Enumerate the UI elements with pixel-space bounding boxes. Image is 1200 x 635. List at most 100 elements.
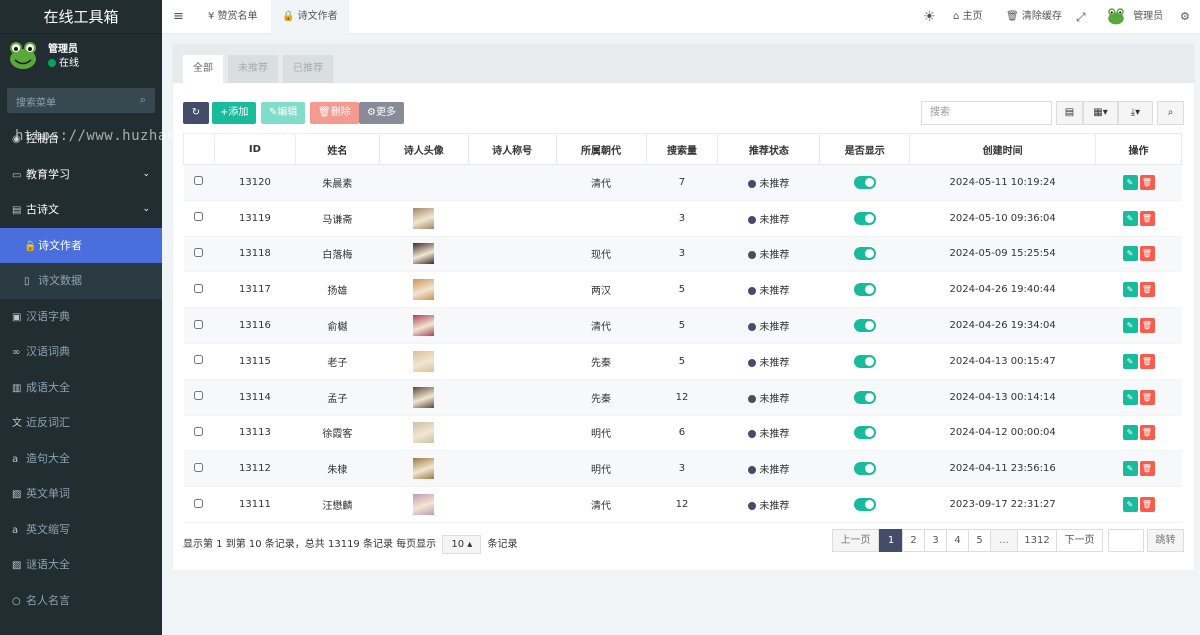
edit-row-button[interactable]: ✎ — [1122, 461, 1138, 477]
delete-row-button[interactable]: 🗑 — [1139, 210, 1155, 226]
sidebar-item-english-abbr[interactable]: a 英文缩写 — [0, 512, 162, 548]
delete-row-button[interactable]: 🗑 — [1139, 282, 1155, 298]
row-checkbox[interactable] — [194, 462, 204, 472]
poet-avatar-image[interactable] — [413, 458, 435, 480]
show-toggle[interactable] — [853, 462, 876, 476]
home-link[interactable]: ⌂ 主页 — [953, 0, 983, 34]
delete-row-button[interactable]: 🗑 — [1139, 174, 1155, 190]
poet-avatar-image[interactable] — [413, 315, 435, 337]
edit-button[interactable]: ✎编辑 — [261, 102, 306, 124]
sidebar-item-dictionary[interactable]: ▣ 汉语字典 — [0, 299, 162, 335]
show-toggle[interactable] — [853, 175, 876, 189]
cell-status[interactable]: 未推荐 — [717, 199, 820, 237]
page-5-button[interactable]: 5 — [968, 529, 991, 552]
sidebar-item-poetry-data[interactable]: ▯ 诗文数据 — [0, 263, 162, 299]
sidebar-item-poetry[interactable]: ▤ 古诗文 ⌄ — [0, 192, 162, 228]
delete-row-button[interactable]: 🗑 — [1139, 425, 1155, 441]
delete-row-button[interactable]: 🗑 — [1139, 461, 1155, 477]
delete-row-button[interactable]: 🗑 — [1139, 318, 1155, 334]
edit-row-button[interactable]: ✎ — [1122, 246, 1138, 262]
poet-avatar-image[interactable] — [413, 279, 435, 301]
show-toggle[interactable] — [853, 426, 876, 440]
page-4-button[interactable]: 4 — [946, 529, 969, 552]
row-checkbox[interactable] — [194, 498, 204, 508]
sidebar-item-dashboard[interactable]: ◉ 控制台 — [0, 121, 162, 157]
page-2-button[interactable]: 2 — [902, 529, 925, 552]
show-toggle[interactable] — [853, 247, 876, 261]
col-status[interactable]: 推荐状态 — [717, 133, 821, 165]
sidebar-item-education[interactable]: ▭ 教育学习 ⌄ — [0, 157, 162, 193]
tab-poet-authors[interactable]: 🔒 诗文作者 — [271, 0, 349, 34]
cell-status[interactable]: 未推荐 — [717, 235, 820, 273]
row-checkbox[interactable] — [194, 355, 204, 365]
row-checkbox[interactable] — [194, 426, 204, 436]
show-toggle[interactable] — [853, 354, 876, 368]
page-size-select[interactable]: 10 ▴ — [442, 535, 482, 554]
sidebar-item-poet-authors[interactable]: 🔒 诗文作者 — [0, 227, 162, 263]
menu-toggle-icon[interactable]: ≡ — [173, 9, 184, 24]
tab-not-recommended[interactable]: 未推荐 — [228, 55, 278, 83]
row-checkbox[interactable] — [194, 283, 204, 293]
add-button[interactable]: +添加 — [212, 102, 257, 124]
refresh-button[interactable]: ↻ — [183, 102, 209, 124]
col-avatar[interactable]: 诗人头像 — [378, 133, 469, 165]
fullscreen-icon[interactable]: ⤢ — [1076, 0, 1086, 34]
cell-status[interactable]: 未推荐 — [717, 307, 820, 344]
edit-row-button[interactable]: ✎ — [1122, 318, 1138, 334]
show-toggle[interactable] — [853, 498, 876, 512]
select-all-header[interactable] — [183, 133, 215, 165]
cell-status[interactable]: 未推荐 — [717, 486, 820, 523]
col-name[interactable]: 姓名 — [294, 133, 380, 165]
col-show[interactable]: 是否显示 — [819, 133, 911, 165]
cell-status[interactable]: 未推荐 — [717, 450, 820, 488]
delete-row-button[interactable]: 🗑 — [1139, 389, 1155, 405]
sidebar-item-synonyms[interactable]: 文近反词汇 — [0, 405, 162, 441]
poet-avatar-image[interactable] — [413, 422, 435, 444]
edit-row-button[interactable]: ✎ — [1122, 389, 1138, 405]
next-page-button[interactable]: 下一页 — [1056, 529, 1103, 552]
edit-row-button[interactable]: ✎ — [1122, 210, 1138, 226]
poet-avatar-image[interactable] — [413, 243, 435, 265]
theme-sun-icon[interactable]: ☀ — [923, 0, 936, 34]
edit-row-button[interactable]: ✎ — [1122, 497, 1138, 513]
show-toggle[interactable] — [853, 211, 876, 225]
col-dynasty[interactable]: 所属朝代 — [555, 133, 647, 165]
clear-cache-link[interactable]: 🗑 清除缓存 — [1006, 0, 1062, 34]
page-3-button[interactable]: 3 — [924, 529, 947, 552]
export-button[interactable]: ⤓▾ — [1118, 101, 1153, 125]
edit-row-button[interactable]: ✎ — [1122, 174, 1138, 190]
cell-status[interactable]: 未推荐 — [717, 414, 820, 452]
cell-status[interactable]: 未推荐 — [717, 164, 820, 201]
prev-page-button[interactable]: 上一页 — [832, 529, 879, 552]
table-search-input[interactable]: 搜索 — [921, 101, 1052, 125]
poet-avatar-image[interactable] — [413, 494, 435, 516]
columns-button[interactable]: ▦▾ — [1083, 101, 1118, 125]
delete-row-button[interactable]: 🗑 — [1139, 353, 1155, 369]
search-icon[interactable]: ⌕ — [140, 93, 146, 107]
row-checkbox[interactable] — [194, 176, 204, 186]
tab-recommended[interactable]: 已推荐 — [283, 55, 333, 83]
settings-gear-icon[interactable]: ⚙ — [1180, 0, 1190, 34]
page-last-button[interactable]: 1312 — [1017, 529, 1057, 552]
row-checkbox[interactable] — [194, 212, 204, 222]
page-1-button[interactable]: 1 — [879, 529, 903, 552]
menu-search-input[interactable]: 搜索菜单 ⌕ — [7, 88, 155, 113]
col-title[interactable]: 诗人称号 — [467, 133, 557, 165]
row-checkbox[interactable] — [194, 247, 204, 257]
sidebar-item-idioms[interactable]: ▥ 成语大全 — [0, 370, 162, 406]
advanced-search-button[interactable]: ⌕ — [1157, 101, 1184, 125]
poet-avatar-image[interactable] — [413, 386, 435, 408]
toggle-view-button[interactable]: ▤ — [1056, 101, 1083, 125]
show-toggle[interactable] — [853, 283, 876, 297]
show-toggle[interactable] — [853, 319, 876, 333]
row-checkbox[interactable] — [194, 391, 204, 401]
poet-avatar-image[interactable] — [413, 350, 435, 372]
jump-page-input[interactable] — [1108, 529, 1144, 552]
cell-status[interactable]: 未推荐 — [717, 271, 820, 309]
tab-donors[interactable]: ¥ 赞赏名单 — [197, 0, 269, 34]
col-created[interactable]: 创建时间 — [909, 133, 1097, 165]
app-title[interactable]: 在线工具箱 — [0, 0, 162, 34]
row-checkbox[interactable] — [194, 319, 204, 329]
sidebar-item-english-words[interactable]: ▨ 英文单词 — [0, 476, 162, 512]
show-toggle[interactable] — [853, 390, 876, 404]
